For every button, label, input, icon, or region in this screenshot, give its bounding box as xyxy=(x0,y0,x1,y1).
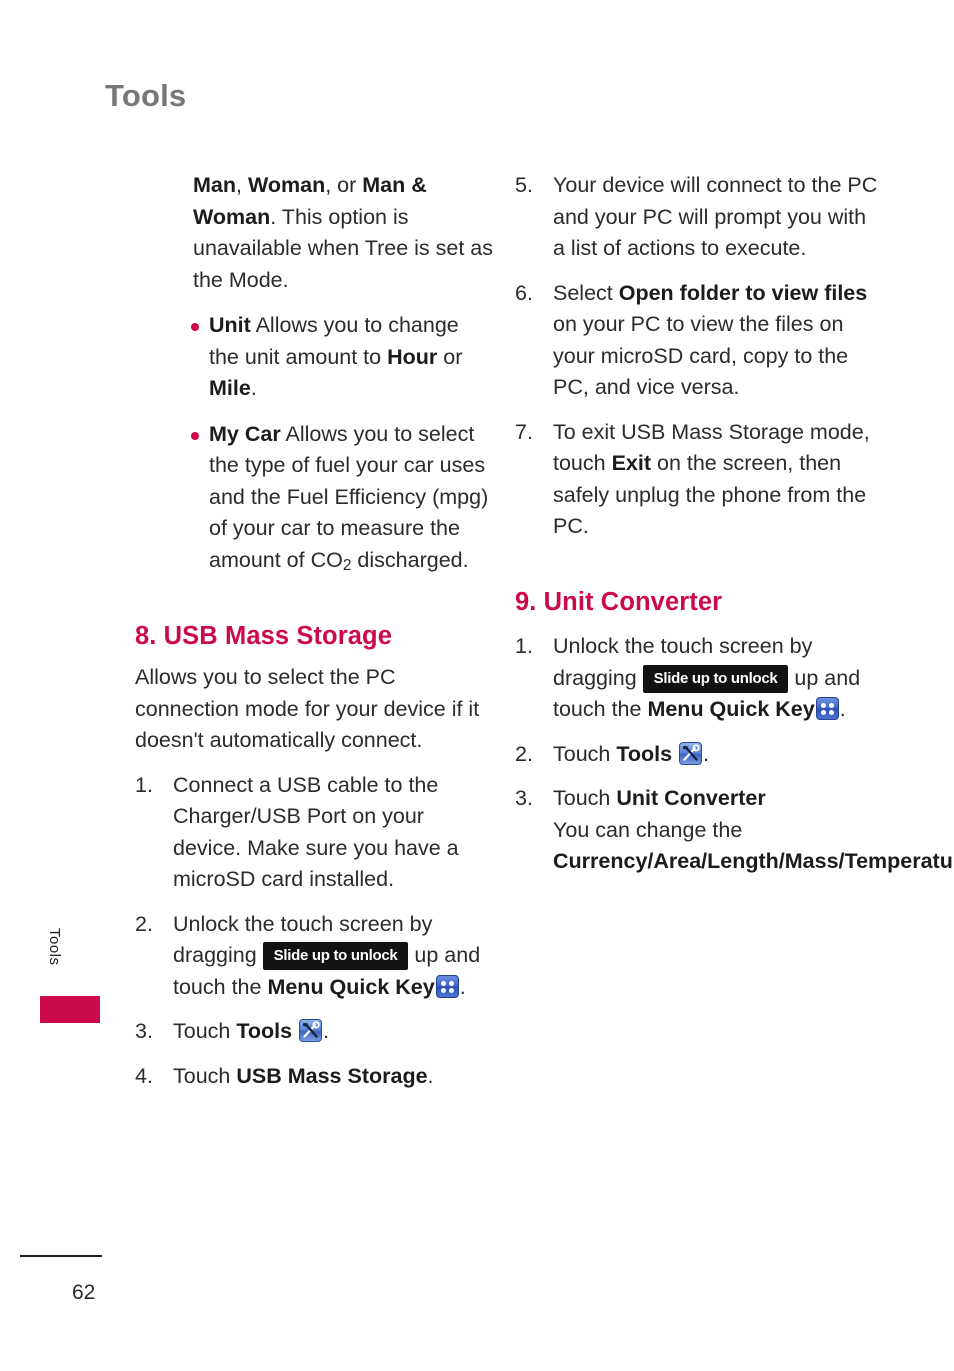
side-tab-marker xyxy=(40,996,100,1023)
tools-icon xyxy=(679,741,703,765)
uc-step-2-number: 2. xyxy=(515,741,533,766)
uc-step-2: 2. Touch Tools . xyxy=(515,739,883,771)
uc-step-2-pre: Touch xyxy=(553,741,617,766)
usb-step-3-post: . xyxy=(323,1019,330,1044)
uc-step-1-bold: Menu Quick Key xyxy=(647,697,815,721)
section-heading-usb-mass-storage: 8. USB Mass Storage xyxy=(135,621,392,650)
bullet-term-my-car: My Car xyxy=(209,421,281,446)
text-sep-1: , xyxy=(236,173,248,197)
usb-step-2-number: 2. xyxy=(135,911,153,936)
bullet-my-car-text-b: discharged. xyxy=(351,547,469,572)
bullet-unit-text-b: or xyxy=(437,344,463,369)
page-title: Tools xyxy=(105,78,187,113)
term-woman: Woman xyxy=(247,173,326,197)
usb-step-3-bold: Tools xyxy=(236,1019,293,1044)
term-man: Man xyxy=(193,173,236,197)
uc-step-3-number: 3. xyxy=(515,786,533,810)
uc-step-3-bold2: Currency/Area/Length/Mass/Temperature/Vo… xyxy=(553,849,954,873)
menu-quick-key-icon xyxy=(435,974,459,998)
usb-step-3: 3. Touch Tools . xyxy=(135,1016,493,1048)
usb-step-7-number: 7. xyxy=(515,419,533,444)
uc-step-1-number: 1. xyxy=(515,634,533,658)
usb-step-3-pre: Touch xyxy=(173,1019,237,1044)
page-number: 62 xyxy=(72,1281,96,1304)
usb-step-3-number: 3. xyxy=(135,1019,153,1044)
usb-step-4-post: . xyxy=(427,1063,434,1088)
uc-step-3-pre: Touch xyxy=(553,786,617,810)
usb-step-6-post: on your PC to view the files on your mic… xyxy=(553,312,849,399)
usb-step-6: 6. Select Open folder to view files on yo… xyxy=(515,278,883,404)
footer-divider xyxy=(20,1255,102,1257)
usb-step-1-text: Connect a USB cable to the Charger/USB P… xyxy=(173,772,459,892)
usb-step-5-number: 5. xyxy=(515,173,533,197)
usb-step-2-post: . xyxy=(459,974,466,999)
uc-step-2-bold: Tools xyxy=(616,741,673,766)
uc-step-1-post: . xyxy=(839,697,846,721)
bullet-unit-text-c: . xyxy=(250,376,257,400)
section-heading-unit-converter: 9. Unit Converter xyxy=(515,587,723,616)
slide-up-to-unlock-chip: Slide up to unlock xyxy=(262,942,409,971)
slide-up-to-unlock-chip: Slide up to unlock xyxy=(642,664,789,693)
usb-step-1-number: 1. xyxy=(135,772,153,797)
uc-step-3-line2: You can change the xyxy=(553,817,743,842)
usb-step-4-pre: Touch xyxy=(173,1063,237,1088)
uc-step-3-bold: Unit Converter xyxy=(616,786,766,810)
bullet-item-my-car: My Car Allows you to select the type of … xyxy=(135,419,493,581)
tools-icon xyxy=(299,1019,323,1043)
uc-step-1: 1. Unlock the touch screen by dragging Sl… xyxy=(515,631,883,726)
usb-step-1: 1. Connect a USB cable to the Charger/USB… xyxy=(135,770,493,896)
continued-paragraph: Man, Woman, or Man & Woman. This option … xyxy=(193,170,493,296)
bullet-term-mile: Mile xyxy=(209,376,251,400)
usb-step-4: 4. Touch USB Mass Storage. xyxy=(135,1061,493,1093)
side-tab-label: Tools xyxy=(46,928,63,966)
uc-step-2-post: . xyxy=(703,741,710,766)
text-sep-2: , or xyxy=(325,173,363,197)
usb-step-5: 5. Your device will connect to the PC and… xyxy=(515,170,883,265)
usb-step-4-number: 4. xyxy=(135,1063,153,1088)
usb-step-2: 2. Unlock the touch screen by dragging Sl… xyxy=(135,909,493,1004)
usb-step-6-number: 6. xyxy=(515,280,533,305)
bullet-term-hour: Hour xyxy=(387,344,438,369)
usb-step-5-text: Your device will connect to the PC and y… xyxy=(553,173,878,260)
usb-step-4-bold: USB Mass Storage xyxy=(236,1063,428,1088)
usb-step-6-bold: Open folder to view files xyxy=(618,280,868,305)
section-intro-usb: Allows you to select the PC connection m… xyxy=(135,665,480,753)
bullet-item-unit: Unit Allows you to change the unit amoun… xyxy=(135,310,493,405)
right-column: 5. Your device will connect to the PC and… xyxy=(515,170,954,878)
usb-step-7: 7. To exit USB Mass Storage mode, touch E… xyxy=(515,417,883,543)
menu-quick-key-icon xyxy=(815,697,839,720)
left-column: Man, Woman, or Man & Woman. This option … xyxy=(135,170,493,1092)
usb-step-6-pre: Select xyxy=(553,280,619,305)
usb-step-7-bold: Exit xyxy=(611,451,652,475)
usb-step-2-bold: Menu Quick Key xyxy=(267,974,435,999)
bullet-term-unit: Unit xyxy=(209,313,251,337)
uc-step-3: 3. Touch Unit Converter You can change the… xyxy=(515,783,954,878)
